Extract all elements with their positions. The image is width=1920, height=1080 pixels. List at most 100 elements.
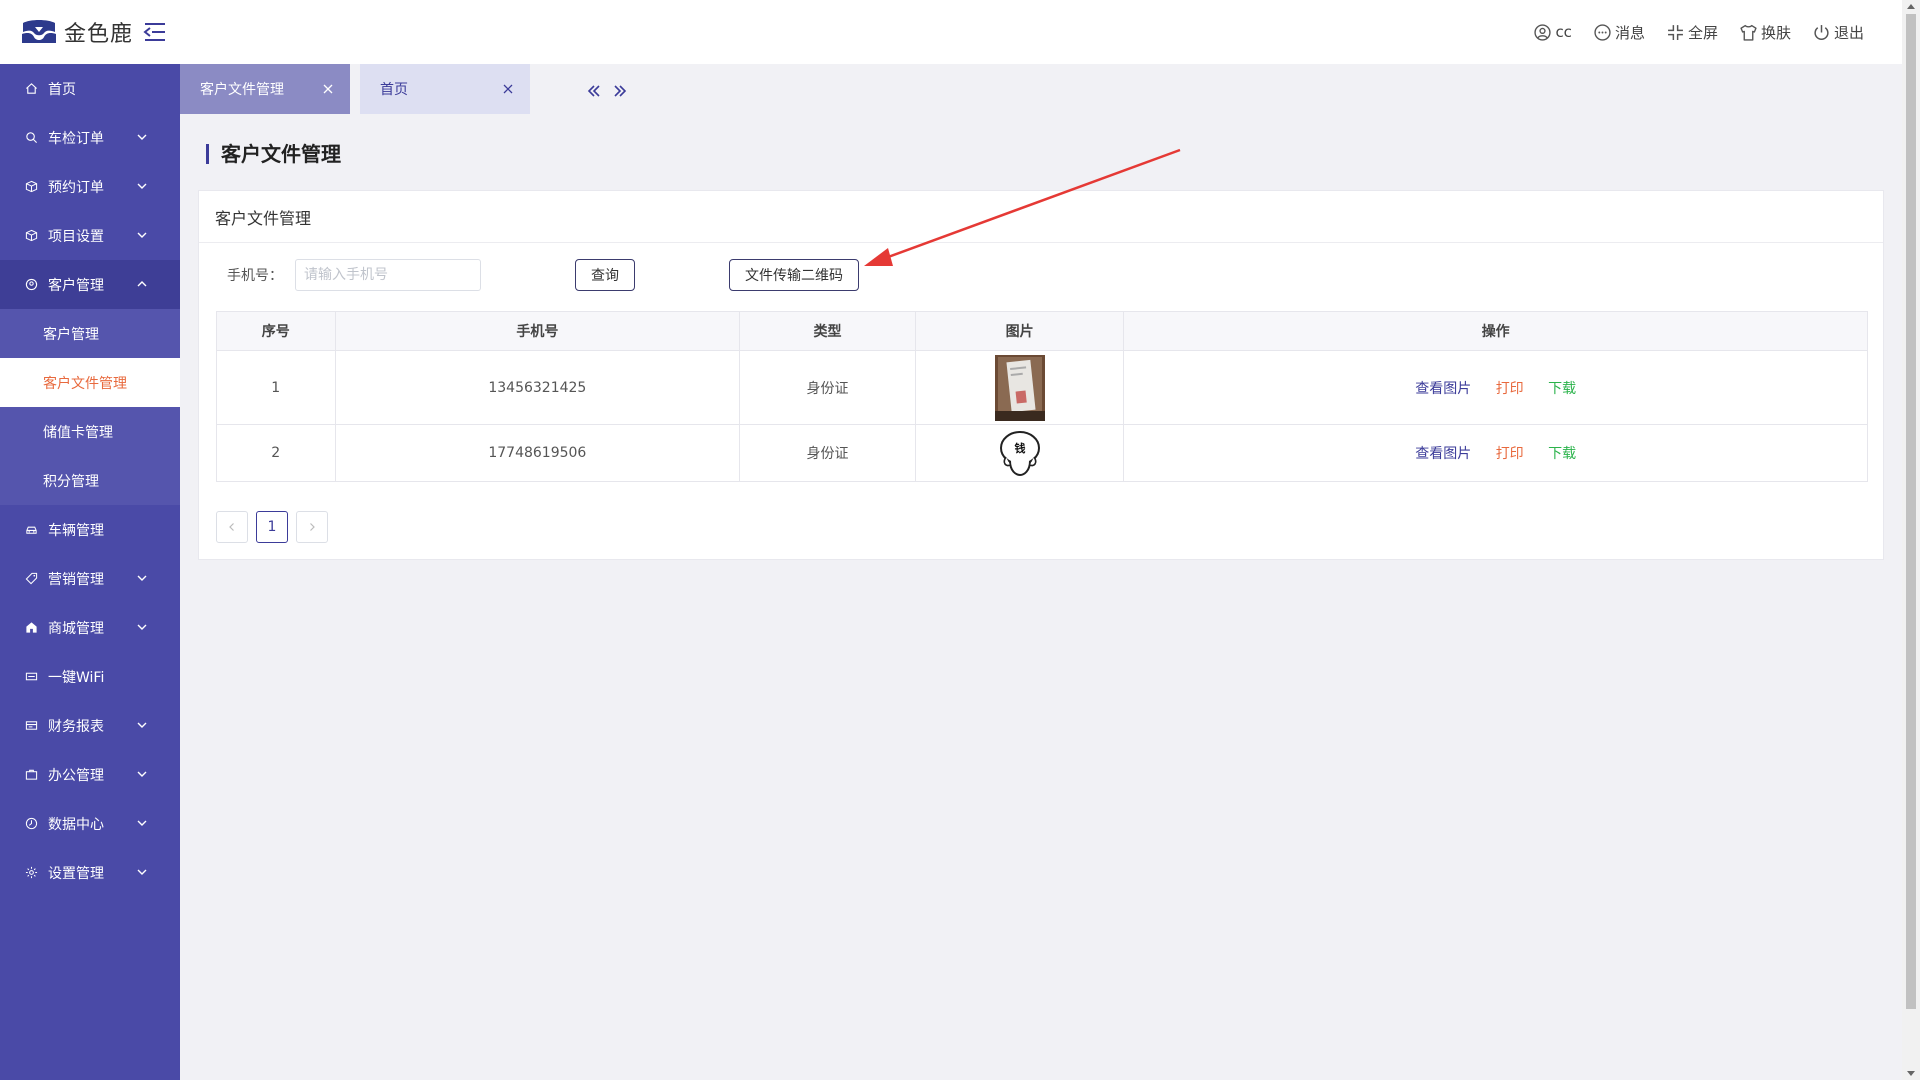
tab-home[interactable]: 首页 (360, 64, 530, 114)
column-header: 手机号 (334, 311, 741, 351)
sidebar-subitem-stored-value-cards[interactable]: 储值卡管理 (0, 407, 180, 456)
sidebar-item-finance-reports[interactable]: 财务报表 (0, 701, 180, 750)
sidebar-item-settings[interactable]: 设置管理 (0, 848, 180, 897)
column-header: 操作 (1123, 311, 1868, 351)
id-card-photo-thumbnail[interactable] (994, 354, 1045, 421)
sidebar-subitem-customers[interactable]: 客户管理 (0, 309, 180, 358)
vertical-scrollbar[interactable] (1902, 0, 1920, 1080)
sidebar-item-label: 商城管理 (48, 620, 104, 637)
sticker-text: 钱 (1014, 441, 1025, 455)
chevron-down-icon (137, 869, 147, 875)
sidebar-item-customer-management[interactable]: 客户管理 (0, 260, 180, 309)
cell-image (914, 350, 1125, 425)
cell-phone: 17748619506 (334, 424, 741, 482)
scrollbar-thumb[interactable] (1906, 14, 1916, 1009)
chevron-up-icon (137, 281, 147, 287)
sidebar-item-label: 营销管理 (48, 571, 104, 588)
prev-page-button[interactable] (216, 511, 248, 543)
download-link[interactable]: 下载 (1548, 446, 1576, 462)
cell-actions: 查看图片 打印 下载 (1123, 424, 1868, 482)
print-link[interactable]: 打印 (1496, 446, 1524, 462)
home-icon (24, 82, 38, 96)
tag-icon (24, 572, 38, 586)
chevron-down-icon (137, 575, 147, 581)
user-menu[interactable]: cc (1534, 23, 1572, 41)
sidebar-item-office[interactable]: 办公管理 (0, 750, 180, 799)
sidebar-item-home[interactable]: 首页 (0, 64, 180, 113)
sidebar-item-wifi[interactable]: 一键WiFi (0, 652, 180, 701)
scroll-down-arrow[interactable] (1907, 1071, 1915, 1076)
files-table: 序号 手机号 类型 图片 操作 1 13456321425 身份证 查看图片 打… (216, 311, 1868, 482)
cell-index: 2 (216, 424, 336, 482)
close-icon[interactable] (322, 83, 334, 95)
customer-submenu: 客户管理 客户文件管理 储值卡管理 积分管理 (0, 309, 180, 505)
header-actions: cc 消息 全屏 换肤 退出 (1534, 0, 1864, 64)
logout-button[interactable]: 退出 (1813, 22, 1864, 43)
search-icon (24, 131, 38, 145)
column-header: 类型 (739, 311, 916, 351)
close-icon[interactable] (502, 83, 514, 95)
next-page-button[interactable] (296, 511, 328, 543)
tab-label: 客户文件管理 (200, 82, 284, 98)
sidebar-item-inspection-orders[interactable]: 车检订单 (0, 113, 180, 162)
sidebar-item-vehicles[interactable]: 车辆管理 (0, 505, 180, 554)
sidebar-item-marketing[interactable]: 营销管理 (0, 554, 180, 603)
logo-icon (22, 20, 56, 43)
cell-phone: 13456321425 (334, 350, 741, 425)
report-icon (24, 719, 38, 733)
print-link[interactable]: 打印 (1496, 381, 1524, 397)
cartoon-sticker-thumbnail[interactable]: 钱 (998, 429, 1042, 477)
download-link[interactable]: 下载 (1548, 381, 1576, 397)
sidebar-item-label: 车检订单 (48, 130, 104, 147)
sidebar-subitem-customer-files[interactable]: 客户文件管理 (0, 358, 180, 407)
skin-button[interactable]: 换肤 (1740, 22, 1791, 43)
file-transfer-qr-button[interactable]: 文件传输二维码 (729, 259, 859, 291)
scroll-up-arrow[interactable] (1907, 4, 1915, 9)
fullscreen-button[interactable]: 全屏 (1667, 22, 1718, 43)
card-title: 客户文件管理 (199, 191, 1883, 243)
sidebar-item-label: 财务报表 (48, 718, 104, 735)
phone-input[interactable] (295, 259, 481, 291)
clock-icon (24, 817, 38, 831)
query-button[interactable]: 查询 (575, 259, 635, 291)
pagination: 1 (216, 511, 328, 543)
cell-actions: 查看图片 打印 下载 (1123, 350, 1868, 425)
shirt-icon (1740, 24, 1757, 41)
chevron-down-icon (137, 183, 147, 189)
table-row: 1 13456321425 身份证 查看图片 打印 下载 (216, 350, 1868, 425)
table-row: 2 17748619506 身份证 钱 查看图片 打印 下载 (216, 424, 1868, 482)
view-image-link[interactable]: 查看图片 (1415, 381, 1471, 397)
page-number-button[interactable]: 1 (256, 511, 288, 543)
double-left-icon[interactable] (585, 82, 603, 100)
search-row: 手机号： (227, 259, 481, 291)
skin-label: 换肤 (1760, 23, 1791, 42)
tab-scroll-arrows (585, 82, 629, 100)
view-image-link[interactable]: 查看图片 (1415, 446, 1471, 462)
sidebar-item-label: 一键WiFi (48, 669, 105, 686)
tab-customer-files[interactable]: 客户文件管理 (180, 64, 350, 114)
menu-fold-icon[interactable] (143, 21, 167, 43)
cell-image: 钱 (914, 424, 1125, 482)
sidebar-item-mall[interactable]: 商城管理 (0, 603, 180, 652)
cell-index: 1 (216, 350, 336, 425)
sidebar-item-label: 首页 (48, 81, 76, 98)
fullscreen-icon (1668, 24, 1683, 40)
user-icon (1534, 23, 1552, 41)
sidebar-item-label: 车辆管理 (48, 522, 104, 539)
gear-icon (24, 866, 38, 880)
sidebar-subitem-points[interactable]: 积分管理 (0, 456, 180, 505)
sidebar-item-label: 客户管理 (48, 277, 104, 294)
sidebar-item-project-settings[interactable]: 项目设置 (0, 211, 180, 260)
sidebar-item-data-center[interactable]: 数据中心 (0, 799, 180, 848)
chevron-down-icon (137, 820, 147, 826)
logo[interactable]: 金色鹿 (20, 16, 167, 48)
sidebar-item-label: 项目设置 (48, 228, 104, 245)
page-title: 客户文件管理 (206, 144, 341, 164)
double-right-icon[interactable] (611, 82, 629, 100)
fullscreen-label: 全屏 (1687, 23, 1718, 42)
sidebar-item-booking-orders[interactable]: 预约订单 (0, 162, 180, 211)
chevron-down-icon (137, 134, 147, 140)
chevron-right-icon (310, 523, 315, 531)
messages-button[interactable]: 消息 (1594, 22, 1645, 43)
column-header: 图片 (914, 311, 1125, 351)
